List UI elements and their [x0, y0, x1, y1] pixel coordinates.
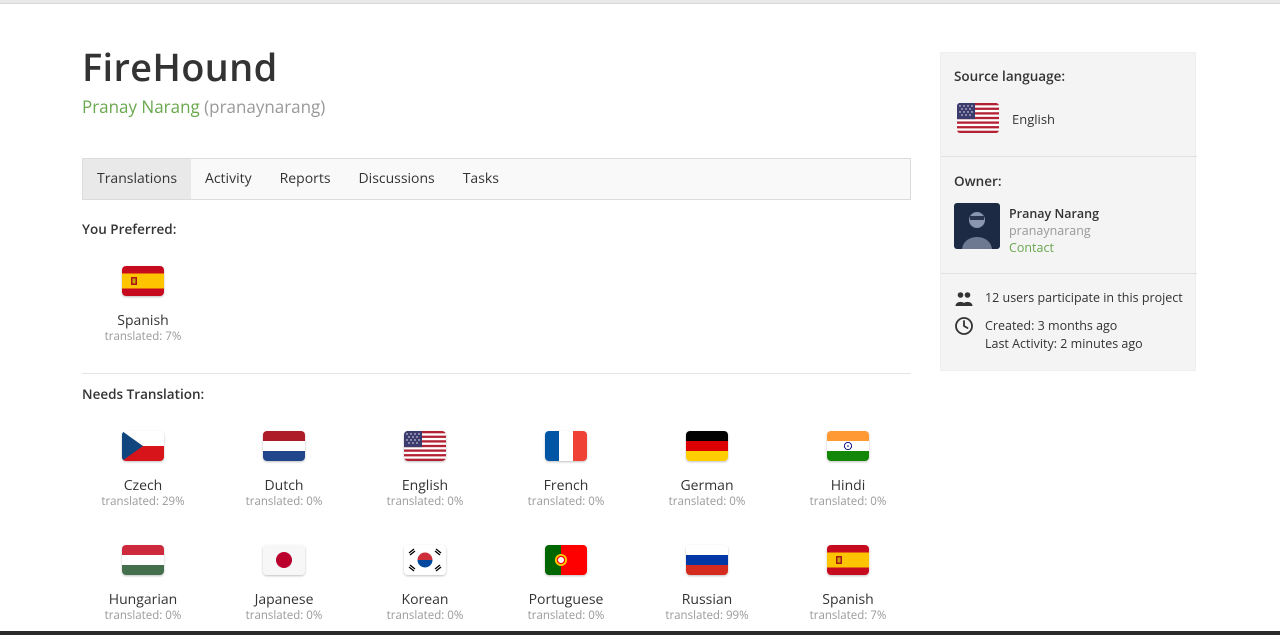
language-tile-hindi[interactable]: Hindi translated: 0%: [787, 431, 909, 510]
pt-flag-icon: [545, 545, 587, 575]
owner-username: (pranaynarang): [204, 95, 326, 118]
de-flag-icon: [686, 431, 728, 461]
sidebar-divider: [941, 273, 1197, 274]
tab-reports[interactable]: Reports: [266, 159, 345, 199]
language-progress: translated: 0%: [668, 494, 746, 509]
contact-link[interactable]: Contact: [1009, 239, 1054, 256]
language-tile-german[interactable]: German translated: 0%: [646, 431, 768, 510]
kr-flag-icon: [404, 545, 446, 575]
project-title: FireHound: [82, 41, 278, 93]
us-flag-icon: [404, 431, 446, 461]
language-tile-czech[interactable]: Czech translated: 29%: [82, 431, 204, 510]
needs-translation-section-title: Needs Translation:: [82, 385, 205, 403]
users-icon: [954, 289, 974, 309]
language-name: Russian: [681, 590, 733, 609]
language-name: Dutch: [264, 476, 304, 495]
owner-name-link[interactable]: Pranay Narang: [82, 95, 200, 118]
owner-section: Owner:: [941, 172, 1197, 190]
language-name: Spanish: [822, 590, 874, 609]
sidebar-divider: [941, 156, 1197, 157]
taskbar-edge: [0, 631, 1280, 635]
language-name: French: [543, 476, 589, 495]
language-name: English: [401, 476, 449, 495]
participants-text: 12 users participate in this project: [985, 289, 1183, 306]
language-tile-english[interactable]: English translated: 0%: [364, 431, 486, 510]
cz-flag-icon: [122, 431, 164, 461]
project-tabs: Translations Activity Reports Discussion…: [82, 158, 911, 200]
language-progress: translated: 99%: [665, 608, 749, 623]
clock-icon: [954, 316, 974, 336]
language-name: Portuguese: [528, 590, 604, 609]
es-flag-icon: [122, 266, 164, 296]
last-activity-text: Last Activity: 2 minutes ago: [985, 335, 1143, 352]
language-name: Hindi: [830, 476, 866, 495]
language-progress: translated: 7%: [809, 608, 887, 623]
owner-full-name[interactable]: Pranay Narang: [1009, 205, 1099, 222]
tab-tasks[interactable]: Tasks: [449, 159, 513, 199]
language-tile-hungarian[interactable]: Hungarian translated: 0%: [82, 545, 204, 624]
language-name: Spanish: [117, 311, 169, 330]
nl-flag-icon: [263, 431, 305, 461]
tab-discussions[interactable]: Discussions: [345, 159, 449, 199]
language-progress: translated: 29%: [101, 494, 185, 509]
participants-row: 12 users participate in this project: [954, 289, 1194, 309]
language-progress: translated: 0%: [386, 608, 464, 623]
dates-row: Created: 3 months ago Last Activity: 2 m…: [954, 316, 1194, 356]
language-name: Korean: [401, 590, 449, 609]
source-language-name: English: [1012, 110, 1055, 128]
owner-label: Owner:: [954, 172, 1002, 190]
project-main: FireHound Pranay Narang (pranaynarang) T…: [82, 41, 912, 623]
language-name: Czech: [123, 476, 163, 495]
es-flag-icon: [827, 545, 869, 575]
language-progress: translated: 0%: [245, 494, 323, 509]
source-language-label: Source language:: [954, 67, 1066, 85]
fr-flag-icon: [545, 431, 587, 461]
section-divider: [82, 373, 911, 374]
project-owner-line: Pranay Narang (pranaynarang): [82, 96, 912, 118]
language-tile-portuguese[interactable]: Portuguese translated: 0%: [505, 545, 627, 624]
language-progress: translated: 0%: [104, 608, 182, 623]
in-flag-icon: [827, 431, 869, 461]
language-tile-korean[interactable]: Korean translated: 0%: [364, 545, 486, 624]
language-tile-spanish-preferred[interactable]: Spanish translated: 7%: [82, 266, 204, 345]
jp-flag-icon: [263, 545, 305, 575]
language-progress: translated: 7%: [104, 329, 182, 344]
owner-username: pranaynarang: [1009, 222, 1091, 239]
browser-top-edge: [0, 0, 1280, 4]
language-name: Japanese: [254, 590, 314, 609]
language-progress: translated: 0%: [386, 494, 464, 509]
language-name: Hungarian: [108, 590, 178, 609]
language-progress: translated: 0%: [245, 608, 323, 623]
ru-flag-icon: [686, 545, 728, 575]
language-progress: translated: 0%: [527, 494, 605, 509]
language-name: German: [680, 476, 734, 495]
language-progress: translated: 0%: [527, 608, 605, 623]
created-text: Created: 3 months ago: [985, 317, 1118, 334]
source-language-section: Source language:: [941, 67, 1197, 85]
us-flag-icon: [957, 103, 999, 133]
project-info-sidebar: Source language: English Owner: Pranay N…: [940, 52, 1197, 371]
language-tile-spanish[interactable]: Spanish translated: 7%: [787, 545, 909, 624]
language-tile-french[interactable]: French translated: 0%: [505, 431, 627, 510]
language-tile-japanese[interactable]: Japanese translated: 0%: [223, 545, 345, 624]
avatar[interactable]: [954, 203, 1000, 249]
tab-activity[interactable]: Activity: [191, 159, 266, 199]
language-progress: translated: 0%: [809, 494, 887, 509]
tab-translations[interactable]: Translations: [83, 159, 191, 199]
hu-flag-icon: [122, 545, 164, 575]
preferred-section-title: You Preferred:: [82, 220, 177, 238]
language-tile-russian[interactable]: Russian translated: 99%: [646, 545, 768, 624]
language-tile-dutch[interactable]: Dutch translated: 0%: [223, 431, 345, 510]
